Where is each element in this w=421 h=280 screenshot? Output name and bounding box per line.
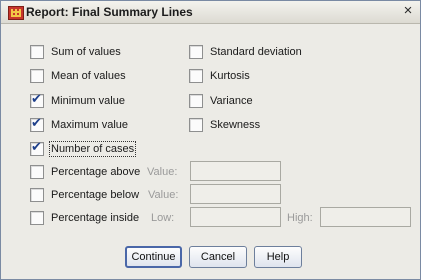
checkbox-percentage-above[interactable]: Percentage above	[30, 164, 140, 180]
variance-checkbox[interactable]	[189, 94, 203, 108]
help-button[interactable]: Help	[254, 246, 302, 268]
final-summary-lines-dialog: Report: Final Summary Lines × Sum of val…	[0, 0, 421, 280]
window-title: Report: Final Summary Lines	[26, 5, 193, 19]
continue-button[interactable]: Continue	[125, 246, 182, 268]
close-icon[interactable]: ×	[400, 3, 416, 19]
mean-of-values-checkbox[interactable]	[30, 69, 44, 83]
percentage-inside-high-field[interactable]	[320, 207, 411, 227]
table-icon	[8, 6, 24, 20]
percentage-below-value-field[interactable]	[190, 184, 281, 204]
mean-of-values-label: Mean of values	[51, 70, 126, 82]
percentage-above-label: Percentage above	[51, 166, 141, 178]
skewness-label: Skewness	[210, 119, 261, 131]
checkbox-maximum-value[interactable]: Maximum value	[30, 116, 129, 133]
percentage-inside-high-label: High:	[287, 212, 313, 224]
variance-label: Variance	[210, 95, 253, 107]
checkbox-sum-of-values[interactable]: Sum of values	[30, 44, 121, 60]
checkbox-skewness[interactable]: Skewness	[189, 117, 260, 133]
checkbox-number-of-cases[interactable]: Number of cases	[30, 140, 137, 157]
checkbox-minimum-value[interactable]: Minimum value	[30, 92, 125, 109]
cancel-button[interactable]: Cancel	[189, 246, 247, 268]
standard-deviation-checkbox[interactable]	[189, 45, 203, 59]
sum-of-values-checkbox[interactable]	[30, 45, 44, 59]
checkbox-percentage-inside[interactable]: Percentage inside	[30, 210, 139, 226]
number-of-cases-checkbox[interactable]	[30, 140, 44, 156]
percentage-above-value-field[interactable]	[190, 161, 281, 181]
maximum-value-checkbox[interactable]	[30, 116, 44, 132]
percentage-inside-low-field[interactable]	[190, 207, 281, 227]
percentage-below-value-label: Value:	[148, 189, 179, 201]
skewness-checkbox[interactable]	[189, 118, 203, 132]
number-of-cases-label: Number of cases	[48, 141, 137, 157]
checkbox-mean-of-values[interactable]: Mean of values	[30, 68, 126, 84]
sum-of-values-label: Sum of values	[51, 46, 121, 58]
percentage-below-checkbox[interactable]	[30, 188, 44, 202]
percentage-below-label: Percentage below	[51, 189, 140, 201]
kurtosis-checkbox[interactable]	[189, 69, 203, 83]
maximum-value-label: Maximum value	[51, 119, 129, 131]
minimum-value-label: Minimum value	[51, 95, 125, 107]
standard-deviation-label: Standard deviation	[210, 46, 302, 58]
checkbox-kurtosis[interactable]: Kurtosis	[189, 68, 250, 84]
percentage-inside-low-label: Low:	[151, 212, 175, 224]
checkbox-variance[interactable]: Variance	[189, 93, 253, 109]
percentage-above-value-label: Value:	[147, 166, 178, 178]
percentage-inside-label: Percentage inside	[51, 212, 140, 224]
kurtosis-label: Kurtosis	[210, 70, 250, 82]
checkbox-standard-deviation[interactable]: Standard deviation	[189, 44, 302, 60]
checkbox-percentage-below[interactable]: Percentage below	[30, 187, 139, 203]
minimum-value-checkbox[interactable]	[30, 92, 44, 108]
percentage-inside-checkbox[interactable]	[30, 211, 44, 225]
percentage-above-checkbox[interactable]	[30, 165, 44, 179]
title-bar[interactable]: Report: Final Summary Lines ×	[1, 1, 420, 24]
